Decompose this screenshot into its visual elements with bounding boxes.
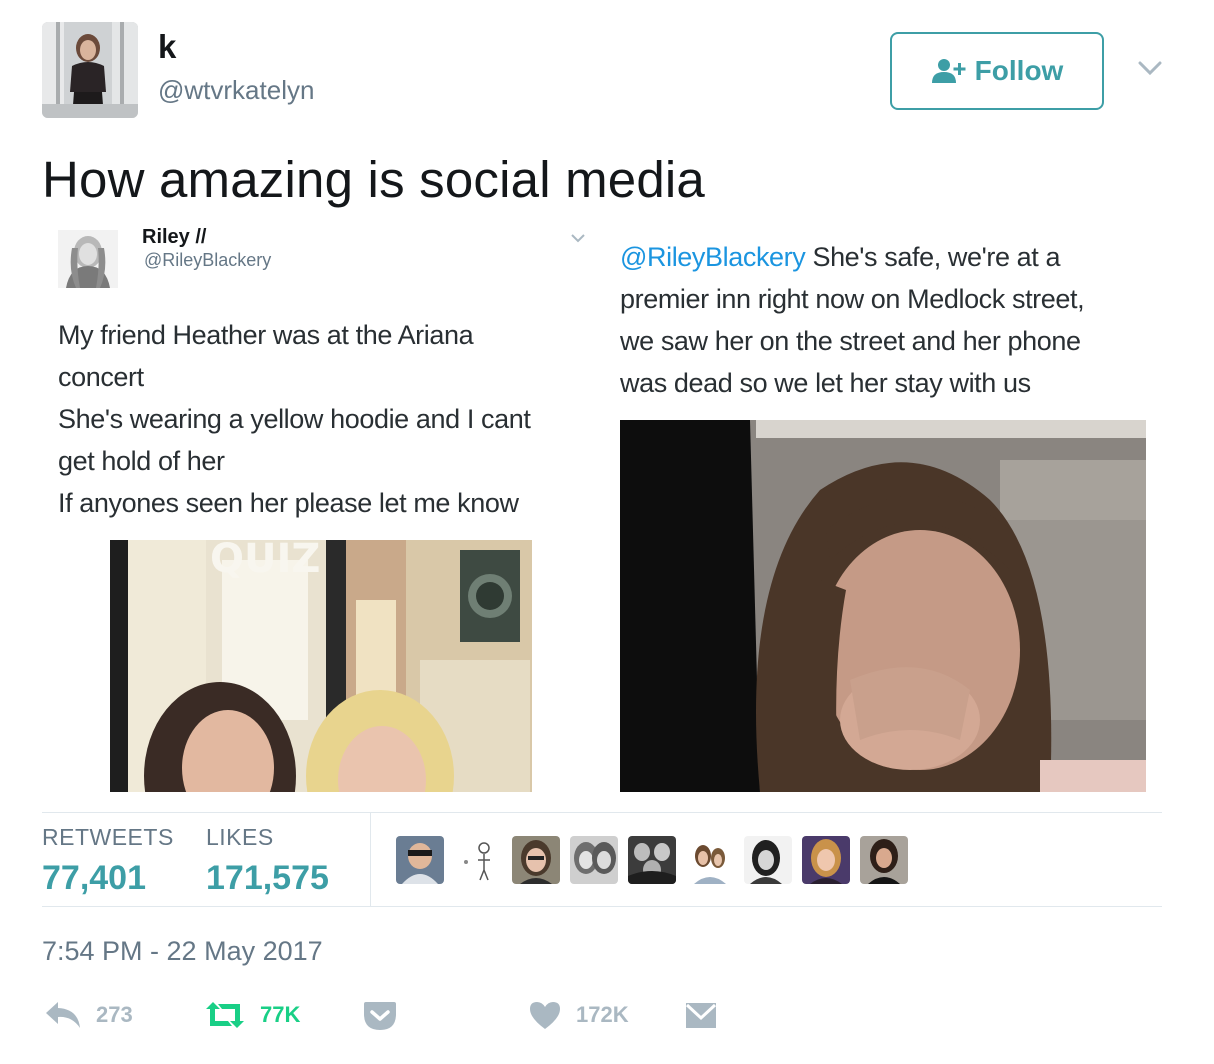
direct-message-button[interactable] (684, 1000, 718, 1030)
girl-photo (620, 420, 1146, 792)
avatar[interactable] (42, 22, 138, 118)
reply-button[interactable]: 273 (44, 1000, 133, 1030)
follow-button[interactable]: Follow (890, 32, 1104, 110)
liker-avatar[interactable] (744, 836, 792, 884)
liker-avatar[interactable] (396, 836, 444, 884)
display-name[interactable]: k (158, 28, 176, 66)
retweets-count: 77,401 (42, 859, 146, 897)
liker-avatar[interactable] (860, 836, 908, 884)
mention-link[interactable]: @RileyBlackery (620, 242, 806, 272)
mall-selfie-photo: QUIZ (110, 540, 532, 792)
liker-avatar[interactable] (512, 836, 560, 884)
reply-icon (46, 1002, 80, 1028)
tweet-actions: 273 77K 172K (42, 996, 1162, 1040)
retweet-button[interactable]: 77K (204, 1000, 300, 1030)
store-sign: QUIZ (210, 540, 320, 582)
retweet-icon (206, 1002, 244, 1028)
embedded-tweet-left: Riley // @RileyBlackery My friend Heathe… (42, 222, 587, 792)
user-handle[interactable]: @wtvrkatelyn (158, 75, 314, 106)
embedded-reply-text: @RileyBlackery She's safe, we're at a pr… (620, 236, 1150, 404)
text-line: get hold of her (58, 446, 225, 476)
text-line: premier inn right now on Medlock street, (620, 284, 1085, 314)
text-line: If anyones seen her please let me know (58, 488, 519, 518)
retweet-count: 77K (260, 1002, 301, 1027)
embedded-tweet-text: My friend Heather was at the Ariana conc… (58, 314, 583, 524)
divider (42, 906, 1162, 907)
retweets-label: RETWEETS (42, 824, 174, 850)
liker-avatar[interactable] (454, 836, 502, 884)
embedded-avatar (58, 230, 118, 288)
text-line: She's wearing a yellow hoodie and I cant (58, 404, 531, 434)
follow-label: Follow (974, 55, 1064, 86)
envelope-icon (685, 1003, 717, 1028)
liker-avatar[interactable] (802, 836, 850, 884)
chevron-down-icon (571, 234, 585, 243)
pocket-button[interactable] (362, 1000, 398, 1032)
tweet-media[interactable]: Riley // @RileyBlackery My friend Heathe… (42, 222, 1162, 792)
retweets-stat[interactable]: RETWEETS 77,401 (42, 824, 174, 898)
likes-count: 171,575 (206, 859, 329, 897)
embedded-tweet-right: @RileyBlackery She's safe, we're at a pr… (620, 222, 1162, 792)
likers-avatars (396, 836, 908, 884)
liker-avatar[interactable] (628, 836, 676, 884)
tweet-header: k @wtvrkatelyn Follow (42, 22, 1172, 122)
like-count: 172K (576, 1002, 629, 1027)
embedded-handle: @RileyBlackery (144, 250, 272, 270)
like-button[interactable]: 172K (528, 1000, 629, 1030)
likes-stat[interactable]: LIKES 171,575 (206, 824, 329, 898)
embedded-display-name: Riley // (142, 226, 207, 248)
tweet-timestamp[interactable]: 7:54 PM - 22 May 2017 (42, 936, 323, 967)
text-line: concert (58, 362, 144, 392)
liker-avatar[interactable] (686, 836, 734, 884)
pocket-icon (364, 1002, 396, 1030)
text-line: My friend Heather was at the Ariana (58, 320, 474, 350)
add-user-icon (931, 59, 966, 83)
chevron-down-icon[interactable] (1136, 58, 1164, 78)
text-line: was dead so we let her stay with us (620, 368, 1031, 398)
avatar-photo (42, 22, 138, 118)
text-line: @RileyBlackery She's safe, we're at a (620, 236, 1150, 278)
stats-separator (370, 812, 371, 906)
text-line: we saw her on the street and her phone (620, 326, 1081, 356)
tweet-stats: RETWEETS 77,401 LIKES 171,575 (42, 812, 1162, 906)
likes-label: LIKES (206, 824, 274, 850)
reply-count: 273 (96, 1002, 133, 1027)
text-segment: She's safe, we're at a (805, 242, 1061, 272)
tweet-text: How amazing is social media (42, 151, 705, 208)
liker-avatar[interactable] (570, 836, 618, 884)
heart-icon (530, 1002, 560, 1029)
